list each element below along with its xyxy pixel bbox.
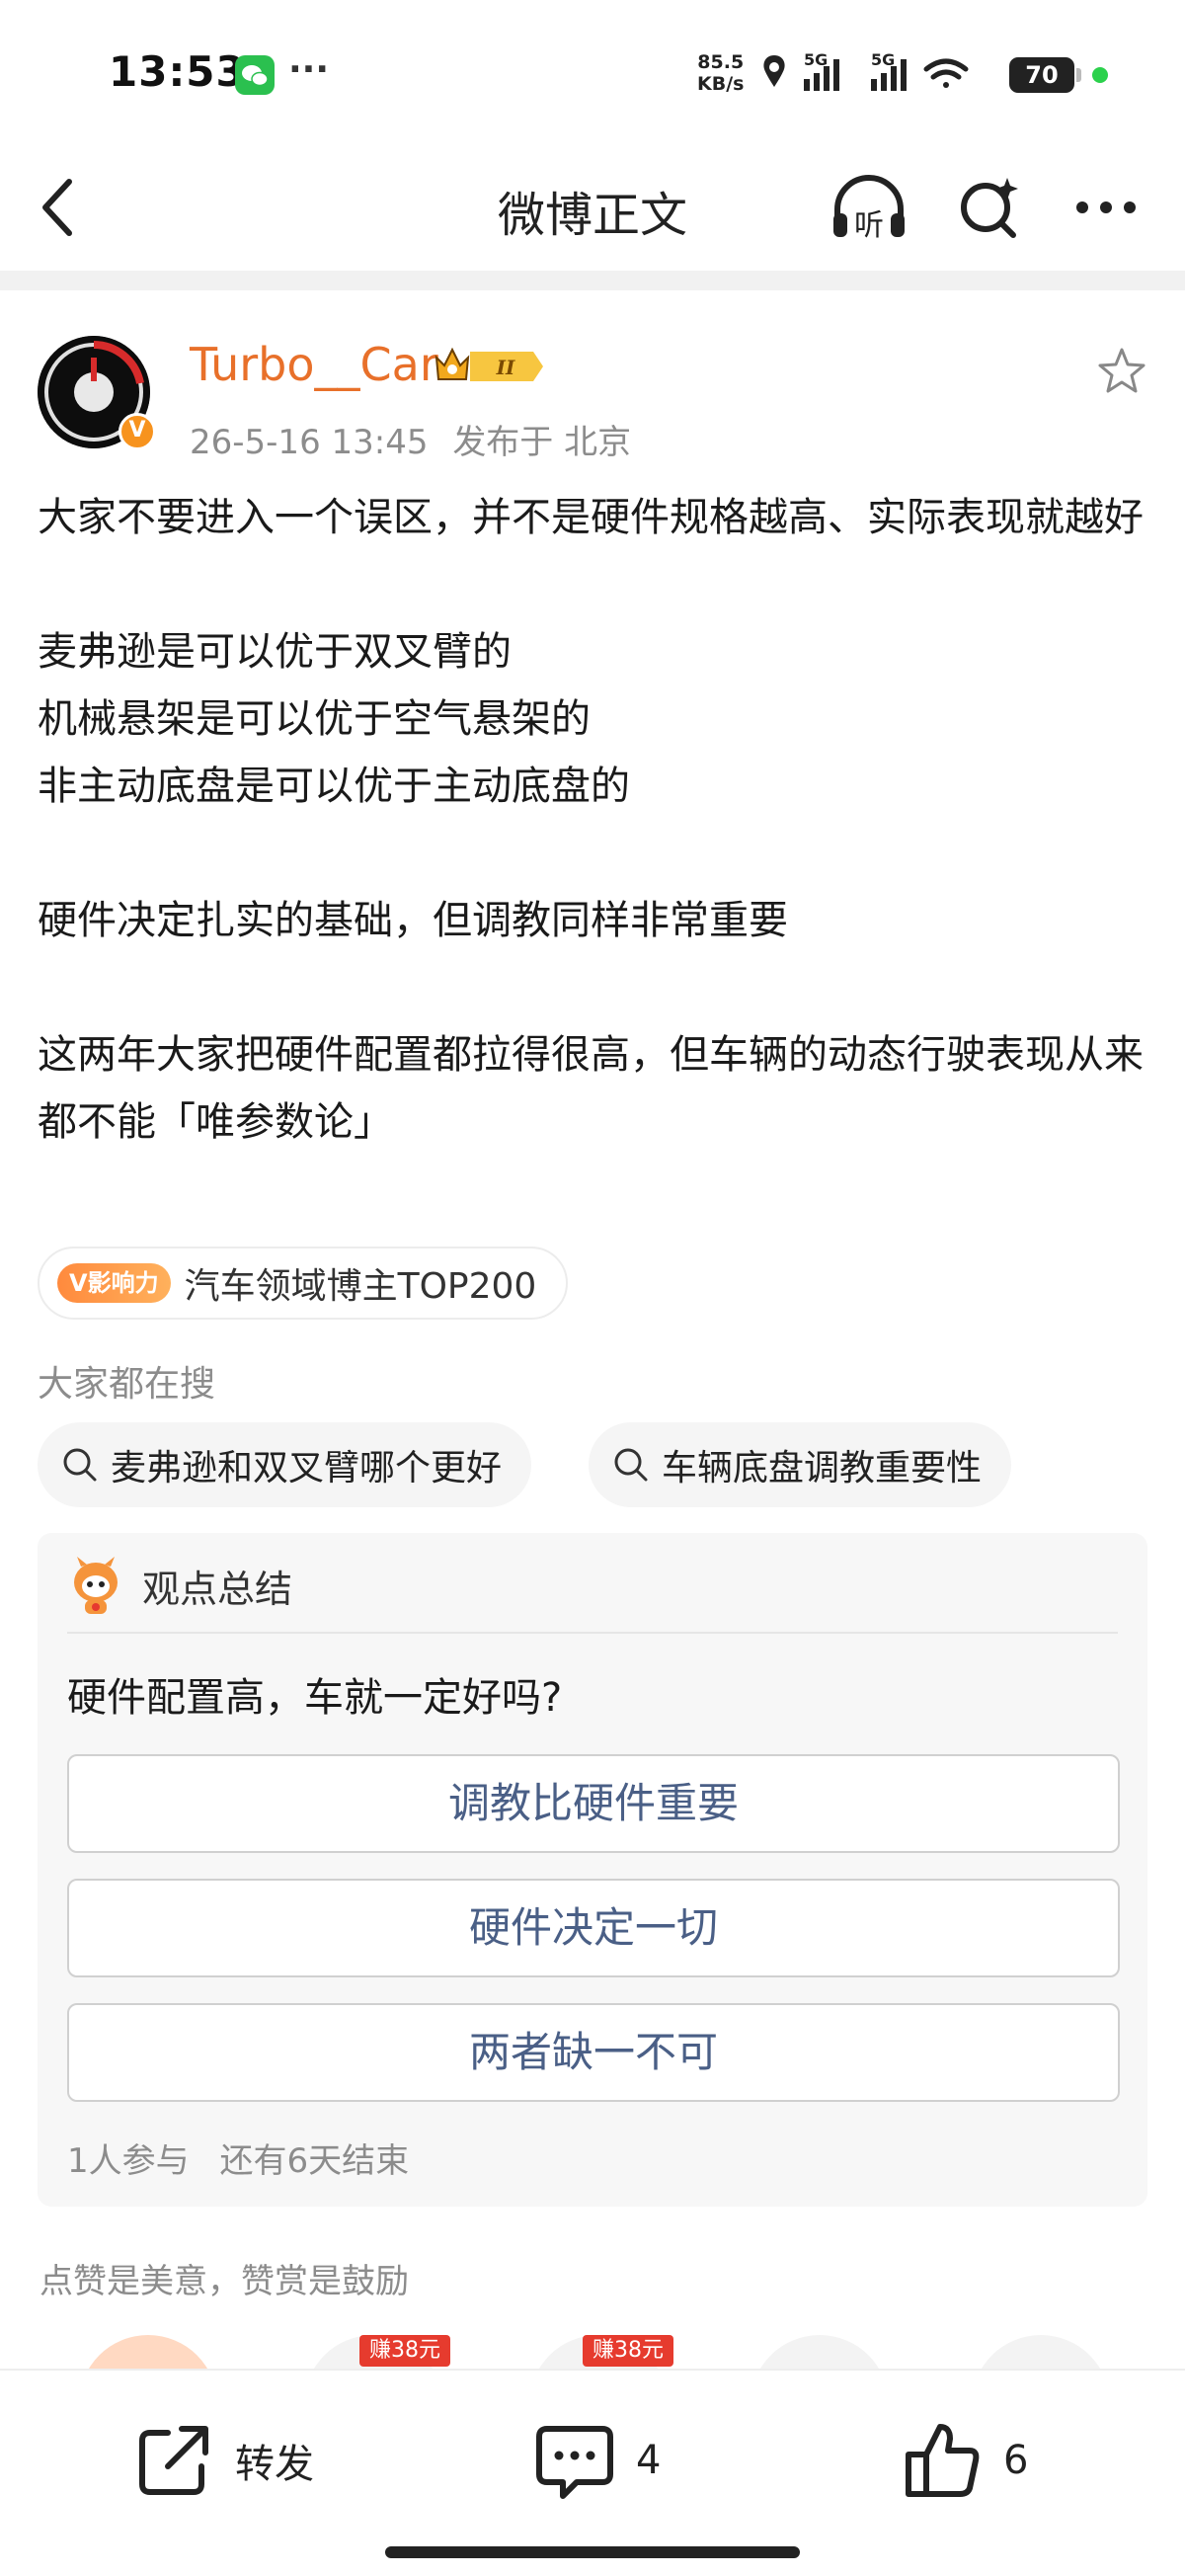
like-button[interactable]: 6 [901, 2416, 1028, 2505]
search-icon [63, 1448, 97, 1482]
comment-count: 4 [636, 2438, 662, 2483]
privacy-indicator-dot [1092, 67, 1108, 83]
reward-prompt: 点赞是美意，赞赏是鼓励 [40, 2262, 409, 2301]
opinion-title: 观点总结 [142, 1568, 293, 1611]
influence-tag[interactable]: V影响力 汽车领域博主TOP200 [38, 1247, 569, 1320]
poll-option-button[interactable]: 调教比硬件重要 [67, 1754, 1120, 1853]
network-speed: 85.5 KB/s [697, 51, 744, 95]
header-divider [0, 271, 1185, 290]
post-time: 26-5-16 13:45 [190, 423, 429, 462]
battery-icon: 70 [1009, 57, 1081, 93]
bottom-action-bar: 转发 4 6 [0, 2369, 1185, 2576]
comment-icon [536, 2426, 613, 2499]
speed-value: 85.5 [697, 51, 745, 73]
repost-label: 转发 [235, 2442, 314, 2487]
poll-participants: 1人参与 [67, 2141, 190, 2181]
poll-option-button[interactable]: 硬件决定一切 [67, 1879, 1120, 1977]
speed-unit: KB/s [697, 73, 745, 95]
wifi-icon [923, 58, 969, 88]
post-content: 大家不要进入一个误区，并不是硬件规格越高、实际表现就越好 麦弗逊是可以优于双叉臂… [38, 484, 1153, 1156]
opinion-divider [67, 1632, 1118, 1634]
post-paragraph: 这两年大家把硬件配置都拉得很高，但车辆的动态行驶表现从来都不能「唯参数论」 [38, 1032, 1144, 1145]
earn-badge: 赚38元 [359, 2335, 450, 2367]
status-time: 13:53 [109, 47, 246, 96]
reward-avatar[interactable] [972, 2335, 1110, 2371]
post-line: 麦弗逊是可以优于双叉臂的 [38, 629, 512, 675]
post-meta: 26-5-16 13:45 发布于 北京 [190, 415, 645, 463]
poll-footer: 1人参与 还有6天结束 [67, 2133, 429, 2182]
comment-button[interactable]: 4 [533, 2416, 661, 2505]
home-indicator[interactable] [385, 2546, 800, 2558]
post-line: 非主动底盘是可以优于主动底盘的 [38, 764, 630, 809]
search-chip-label: 车辆底盘调教重要性 [662, 1448, 983, 1489]
favorite-star-icon[interactable] [1096, 346, 1147, 397]
opinion-summary-card: 观点总结 硬件配置高，车就一定好吗? 调教比硬件重要 硬件决定一切 两者缺一不可… [38, 1533, 1147, 2207]
status-bar: 13:53 ··· 85.5 KB/s 5G 5G 70 [0, 0, 1185, 148]
like-thumbs-up-icon [906, 2424, 980, 2497]
verified-badge-icon: V [118, 413, 156, 450]
level-badge-label: II [496, 356, 515, 379]
reward-avatar[interactable] [79, 2335, 217, 2371]
listen-headphones-icon[interactable]: 听 [828, 170, 910, 245]
earn-badge: 赚38元 [583, 2335, 673, 2367]
search-icon [614, 1448, 648, 1482]
more-options-icon[interactable] [1070, 172, 1142, 243]
post-paragraph: 大家不要进入一个误区，并不是硬件规格越高、实际表现就越好 [38, 495, 1144, 540]
search-chip-label: 麦弗逊和双叉臂哪个更好 [111, 1448, 503, 1489]
like-count: 6 [1003, 2438, 1029, 2483]
search-icon[interactable] [954, 172, 1025, 243]
trending-search-label: 大家都在搜 [38, 1364, 216, 1405]
repost-button[interactable]: 转发 [132, 2416, 314, 2505]
poll-remaining: 还有6天结束 [219, 2141, 410, 2181]
search-chip[interactable]: 麦弗逊和双叉臂哪个更好 [38, 1422, 532, 1507]
weibo-post-page: 13:53 ··· 85.5 KB/s 5G 5G 70 微博正文 听 V Tu… [0, 0, 1185, 2576]
listen-label: 听 [854, 208, 884, 243]
reward-avatar[interactable] [750, 2335, 889, 2371]
location-icon [763, 55, 785, 87]
influence-text: 汽车领域博主TOP200 [184, 1266, 537, 1307]
repost-icon [139, 2426, 208, 2495]
more-notifications-icon: ··· [288, 49, 330, 90]
author-name[interactable]: Turbo__Car [190, 338, 438, 391]
post-paragraph: 硬件决定扎实的基础，但调教同样非常重要 [38, 898, 788, 943]
wechat-icon [235, 55, 275, 95]
mascot-icon [74, 1557, 118, 1614]
top-navigation-bar: 微博正文 听 [0, 148, 1185, 267]
v-influence-badge: V影响力 [57, 1263, 171, 1303]
search-chip[interactable]: 车辆底盘调教重要性 [589, 1422, 1012, 1507]
post-location: 发布于 北京 [452, 423, 632, 462]
poll-option-button[interactable]: 两者缺一不可 [67, 2003, 1120, 2102]
post-line: 机械悬架是可以优于空气悬架的 [38, 696, 591, 742]
poll-question: 硬件配置高，车就一定好吗? [67, 1675, 563, 1721]
member-crown-badge-icon[interactable]: II [434, 344, 545, 389]
